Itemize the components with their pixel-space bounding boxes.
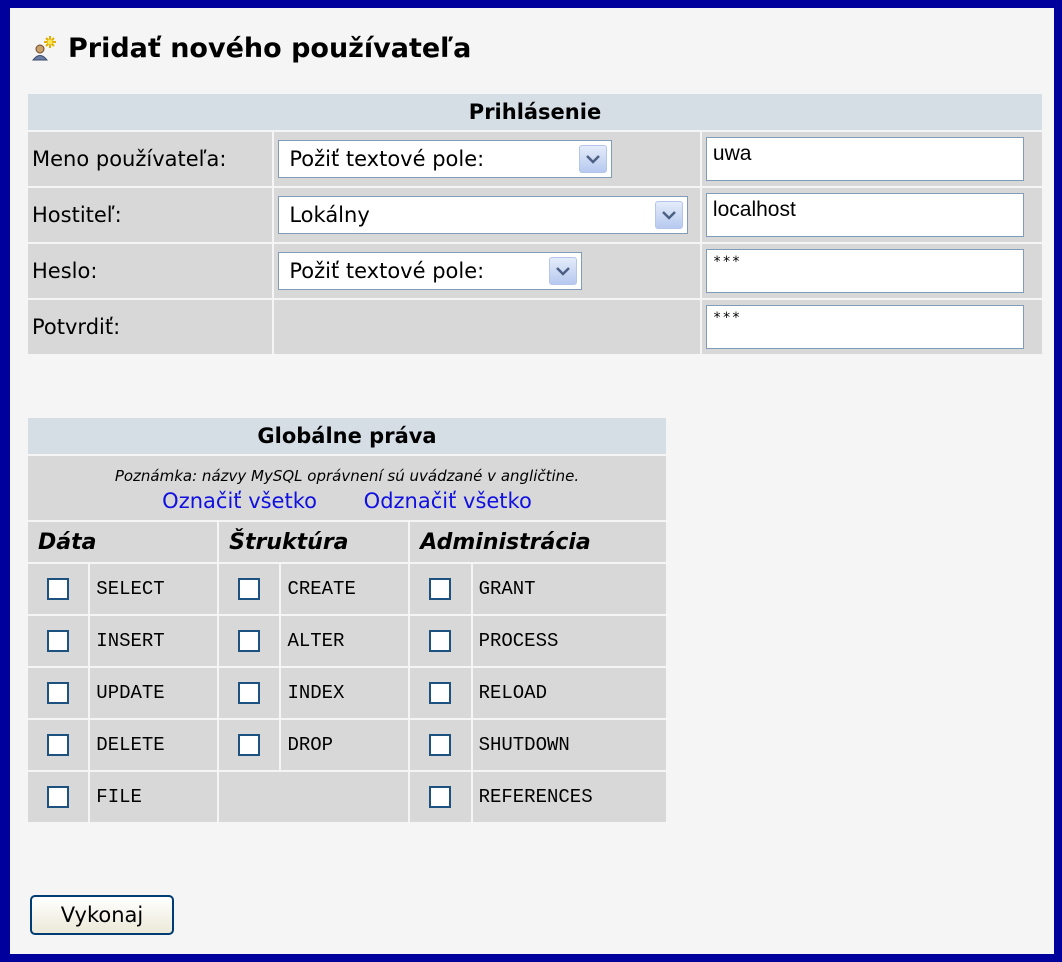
global-privileges-table: Globálne práva Poznámka: názvy MySQL opr… [26,416,668,824]
host-type-select[interactable]: Lokálny [278,196,689,234]
privilege-drop: DROP [281,720,409,770]
privilege-index: INDEX [281,668,409,718]
create-checkbox[interactable] [238,578,261,600]
privilege-process: PROCESS [472,616,666,666]
password-input[interactable]: *** [705,249,1024,293]
chevron-down-icon [579,145,608,173]
page-content: Pridať nového používateľa Prihlásenie Me… [10,8,1054,954]
host-row: Hostiteľ: Lokálny localhost [28,188,1042,242]
password-type-select[interactable]: Požiť textové pole: [278,252,583,290]
privilege-create: CREATE [281,564,409,614]
page-title: Pridať nového používateľa [30,26,471,70]
file-checkbox[interactable] [47,786,70,808]
shutdown-checkbox[interactable] [429,734,452,756]
group-structure-heading: Štruktúra [219,522,409,562]
password-row: Heslo: Požiť textové pole: *** [28,244,1042,298]
update-checkbox[interactable] [47,682,70,704]
page-title-text: Pridať nového používateľa [68,32,472,64]
empty-cell [219,772,409,822]
privilege-row: SELECT CREATE GRANT [28,564,666,614]
username-input[interactable]: uwa [705,137,1024,181]
add-user-icon [30,34,58,62]
references-checkbox[interactable] [429,786,452,808]
privilege-row: INSERT ALTER PROCESS [28,616,666,666]
username-type-select[interactable]: Požiť textové pole: [278,140,613,178]
process-checkbox[interactable] [429,630,452,652]
delete-checkbox[interactable] [47,734,70,756]
login-header: Prihlásenie [28,94,1042,130]
confirm-row: Potvrdiť: *** [28,300,1042,354]
privilege-update: UPDATE [90,668,218,718]
username-row: Meno používateľa: Požiť textové pole: uw… [28,132,1042,186]
privilege-shutdown: SHUTDOWN [472,720,666,770]
privilege-row: DELETE DROP SHUTDOWN [28,720,666,770]
drop-checkbox[interactable] [238,734,261,756]
submit-button[interactable]: Vykonaj [30,895,174,935]
privilege-insert: INSERT [90,616,218,666]
chevron-down-icon [549,257,578,285]
chevron-down-icon [655,201,684,229]
privilege-row: FILE REFERENCES [28,772,666,822]
privilege-file: FILE [90,772,218,822]
privileges-header: Globálne práva [28,418,666,454]
group-admin-heading: Administrácia [410,522,666,562]
privilege-reload: RELOAD [472,668,666,718]
password-type-value: Požiť textové pole: [289,259,485,283]
grant-checkbox[interactable] [429,578,452,600]
privilege-grant: GRANT [472,564,666,614]
index-checkbox[interactable] [238,682,261,704]
alter-checkbox[interactable] [238,630,261,652]
privileges-note-cell: Poznámka: názvy MySQL oprávnení sú uvádz… [28,456,666,520]
privileges-note: Poznámka: názvy MySQL oprávnení sú uvádz… [114,467,580,485]
privilege-row: UPDATE INDEX RELOAD [28,668,666,718]
username-type-value: Požiť textové pole: [289,147,485,171]
privilege-select: SELECT [90,564,218,614]
uncheck-all-link[interactable]: Odznačiť všetko [364,489,532,513]
host-label: Hostiteľ: [28,188,273,242]
select-checkbox[interactable] [47,578,70,600]
login-table: Prihlásenie Meno používateľa: Požiť text… [26,92,1044,356]
privilege-alter: ALTER [281,616,409,666]
privilege-delete: DELETE [90,720,218,770]
check-all-link[interactable]: Označiť všetko [162,489,317,513]
username-label: Meno používateľa: [28,132,273,186]
privilege-references: REFERENCES [472,772,666,822]
host-type-value: Lokálny [289,203,370,227]
insert-checkbox[interactable] [47,630,70,652]
group-data-heading: Dáta [28,522,218,562]
host-input[interactable]: localhost [705,193,1024,237]
reload-checkbox[interactable] [429,682,452,704]
confirm-label: Potvrdiť: [28,300,273,354]
confirm-password-input[interactable]: *** [705,305,1024,349]
password-label: Heslo: [28,244,273,298]
